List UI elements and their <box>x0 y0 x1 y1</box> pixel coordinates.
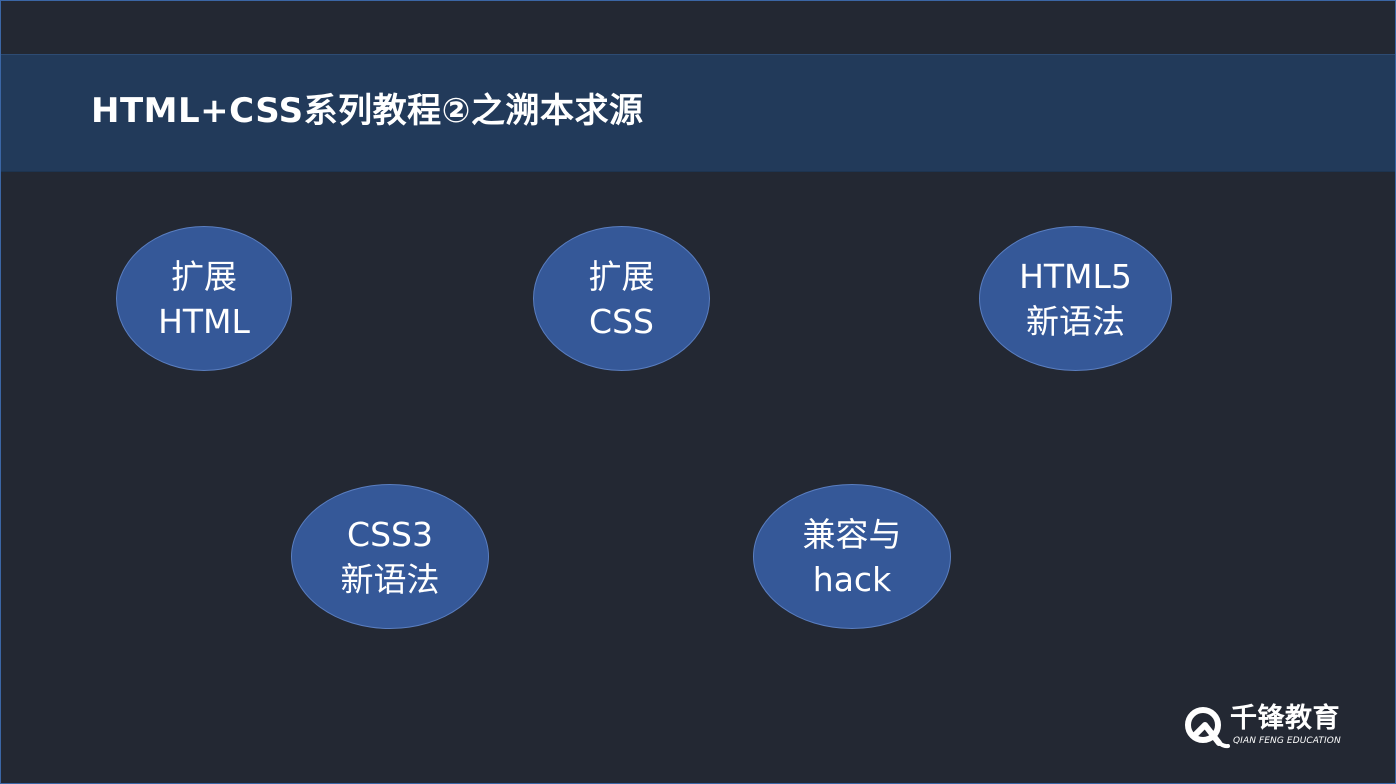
bubble-extend-css: 扩展 CSS <box>533 226 710 371</box>
qianfeng-logo: 千锋教育 QIAN FENG EDUCATION <box>1181 703 1361 751</box>
bubble-line-1: HTML5 <box>1019 256 1132 296</box>
bubble-line-1: 兼容与 <box>802 514 902 554</box>
bubble-compatibility-hack: 兼容与 hack <box>753 484 951 629</box>
bubble-line-1: 扩展 <box>588 256 655 296</box>
qianfeng-logo-icon <box>1185 707 1230 749</box>
bubble-html5-new-syntax: HTML5 新语法 <box>979 226 1172 371</box>
bubble-extend-html: 扩展 HTML <box>116 226 292 371</box>
bubble-line-1: 扩展 <box>171 256 237 296</box>
bubble-line-2: HTML <box>158 301 250 341</box>
bubble-line-2: CSS <box>589 301 654 341</box>
bubble-line-2: 新语法 <box>340 559 440 599</box>
bubble-css3-new-syntax: CSS3 新语法 <box>291 484 489 629</box>
logo-subtitle: QIAN FENG EDUCATION <box>1233 736 1341 746</box>
slide: HTML+CSS系列教程②之溯本求源 扩展 HTML 扩展 CSS HTML5 … <box>0 0 1396 784</box>
bubble-line-1: CSS3 <box>347 514 433 554</box>
bubble-line-2: hack <box>812 559 892 599</box>
slide-title: HTML+CSS系列教程②之溯本求源 <box>91 91 644 131</box>
bubble-line-2: 新语法 <box>1026 301 1125 341</box>
logo-name: 千锋教育 <box>1230 703 1340 734</box>
